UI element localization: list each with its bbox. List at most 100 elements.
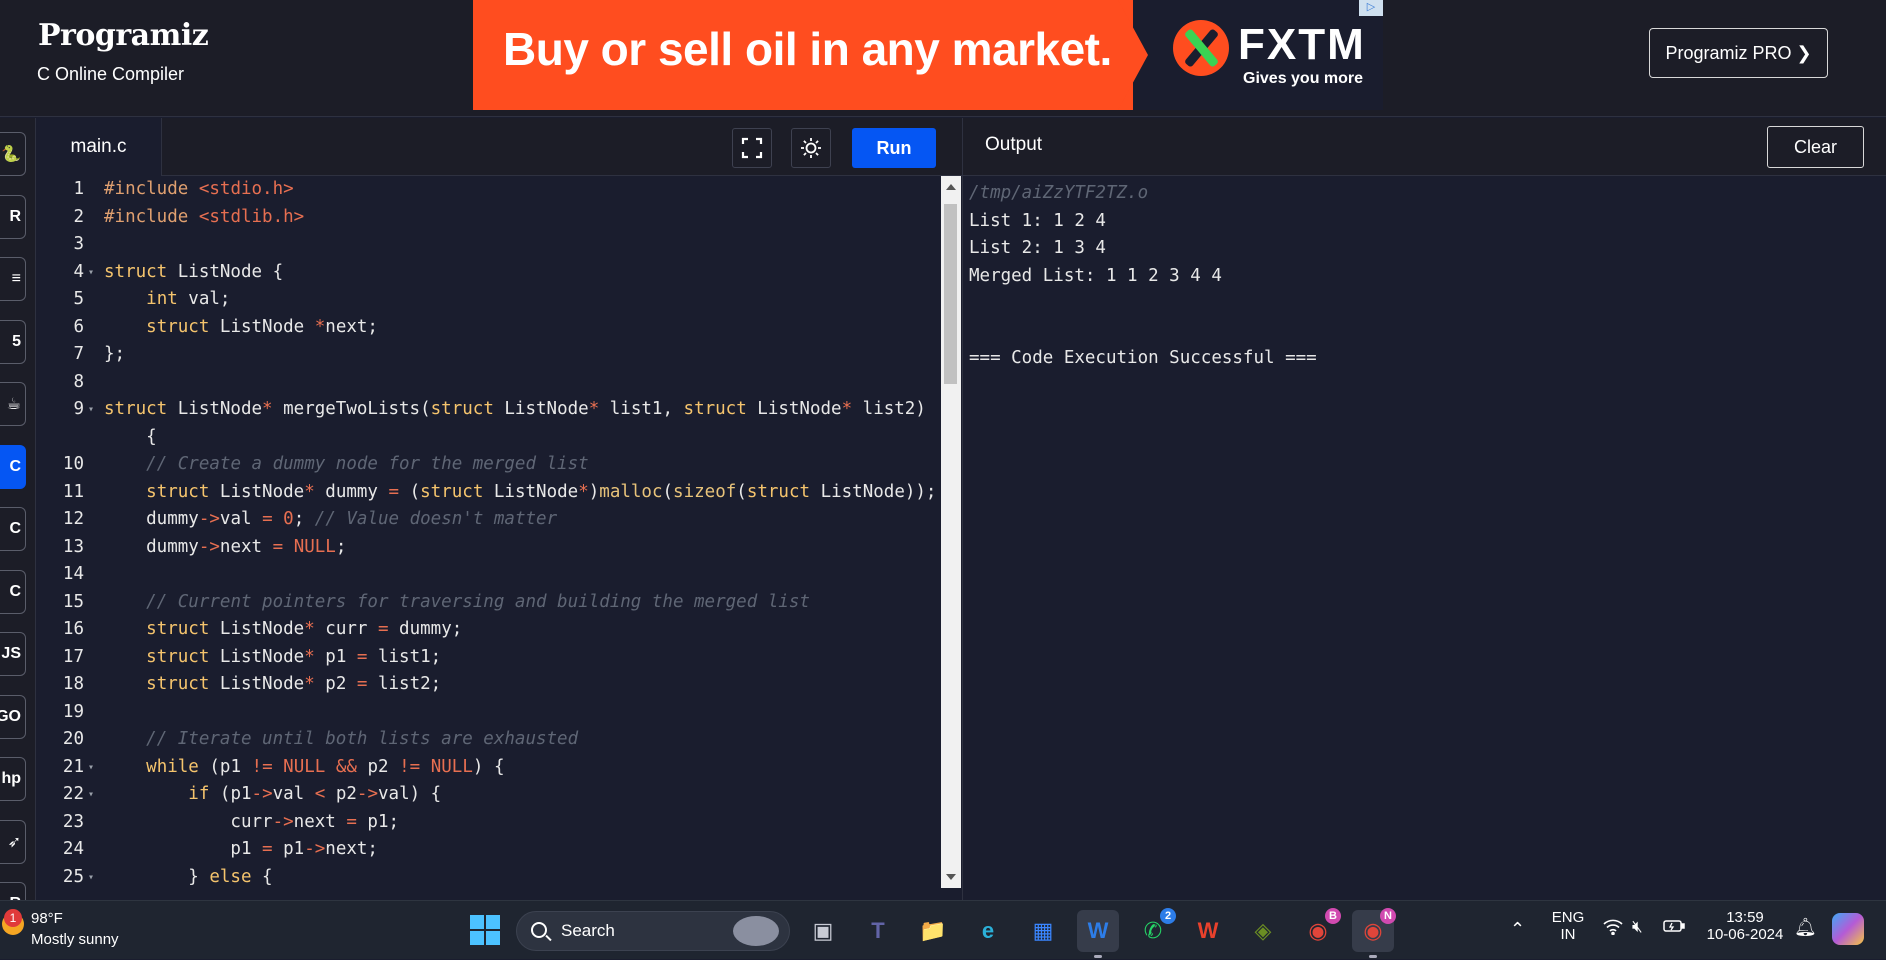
swift-icon[interactable]: ➶	[0, 819, 26, 864]
notification-bell-icon[interactable]: 🔔︎	[1794, 917, 1817, 938]
code-line[interactable]: 14	[36, 561, 941, 589]
webex-icon[interactable]: W	[1077, 910, 1119, 958]
chrome-profile-b-icon[interactable]: ◉ B	[1297, 908, 1341, 952]
clock-date: 10-06-2024	[1706, 926, 1784, 943]
line-number: 16	[62, 619, 84, 639]
line-number: 25	[62, 866, 84, 887]
csharp-icon[interactable]: C	[0, 569, 26, 614]
theme-toggle-button[interactable]	[791, 128, 831, 168]
teams-icon-glyph: T	[871, 918, 885, 943]
file-explorer-icon[interactable]: 📁	[912, 910, 954, 952]
wps-office-icon[interactable]: W	[1187, 910, 1229, 952]
code-line[interactable]: 13 dummy->next = NULL;	[36, 534, 941, 562]
cpp-icon[interactable]: C	[0, 507, 26, 551]
advertisement-banner[interactable]: Buy or sell oil in any market. FXTM Give…	[473, 0, 1383, 110]
code-line[interactable]: {	[36, 424, 941, 452]
line-number: 5	[73, 289, 84, 309]
code-line[interactable]: 6 struct ListNode *next;	[36, 314, 941, 342]
language-indicator[interactable]: ENG IN	[1548, 909, 1588, 943]
clock-time: 13:59	[1726, 909, 1764, 926]
code-line[interactable]: 9 ▾ struct ListNode* mergeTwoLists(struct …	[36, 396, 941, 424]
java-icon[interactable]: ☕	[0, 382, 26, 426]
fold-arrow-icon[interactable]: ▾	[88, 781, 94, 809]
weather-widget[interactable]: 1 98°F Mostly sunny	[0, 901, 140, 960]
task-view-icon[interactable]: ▣	[802, 910, 844, 952]
line-number: 17	[62, 646, 84, 667]
r-icon[interactable]: R	[0, 194, 26, 239]
line-number: 1	[73, 179, 84, 199]
code-line[interactable]: 25 ▾ } else {	[36, 864, 941, 892]
code-line[interactable]: 7};	[36, 341, 941, 369]
clear-button[interactable]: Clear	[1767, 126, 1864, 168]
taskbar-search[interactable]: Search	[516, 911, 790, 951]
code-text: struct ListNode {	[104, 261, 284, 282]
output-line: List 2: 1 3 4	[969, 238, 1106, 258]
code-line[interactable]: 5 int val;	[36, 286, 941, 314]
wifi-icon[interactable]	[1603, 919, 1623, 939]
clock[interactable]: 13:59 10-06-2024	[1700, 909, 1790, 943]
javascript-icon[interactable]: JS	[0, 632, 26, 676]
code-line[interactable]: 20 // Iterate until both lists are exhau…	[36, 726, 941, 754]
sticky-app-icon[interactable]: ◈	[1242, 910, 1284, 952]
code-line[interactable]: 17 struct ListNode* p1 = list1;	[36, 644, 941, 672]
html-icon[interactable]: 5	[0, 319, 26, 364]
python-icon[interactable]: 🐍	[0, 132, 26, 176]
battery-icon[interactable]	[1663, 919, 1685, 937]
edge-icon[interactable]: e	[967, 910, 1009, 952]
code-line[interactable]: 23 curr->next = p1;	[36, 809, 941, 837]
code-text: struct ListNode* p1 = list1;	[146, 646, 442, 667]
code-line[interactable]: 8	[36, 369, 941, 397]
c-icon[interactable]: C	[0, 444, 26, 489]
chrome-profile-n-icon[interactable]: ◉ N	[1352, 908, 1396, 958]
weather-alert-badge: 1	[4, 909, 22, 927]
code-line[interactable]: 1 #include <stdio.h>	[36, 176, 941, 204]
fold-arrow-icon[interactable]: ▾	[88, 259, 94, 287]
file-tab-main-c[interactable]: main.c	[36, 118, 162, 176]
fold-arrow-icon[interactable]: ▾	[88, 396, 94, 424]
code-line[interactable]: 10 // Create a dummy node for the merged…	[36, 451, 941, 479]
adchoices-icon[interactable]: ▷	[1359, 0, 1383, 16]
editor-scrollbar[interactable]	[941, 176, 961, 888]
go-icon[interactable]: GO	[0, 694, 26, 739]
code-editor[interactable]: 1 #include <stdio.h> 2 #include <stdlib.h> 3…	[36, 176, 941, 900]
run-button[interactable]: Run	[852, 128, 936, 168]
whatsapp-icon[interactable]: ✆ 2	[1132, 908, 1176, 952]
teams-icon[interactable]: T	[857, 910, 899, 952]
code-line[interactable]: 15 // Current pointers for traversing an…	[36, 589, 941, 617]
code-line[interactable]: 21 ▾ while (p1 != NULL && p2 != NULL) {	[36, 754, 941, 782]
programiz-pro-button[interactable]: Programiz PRO ❯	[1649, 28, 1828, 78]
code-line[interactable]: 12 dummy->val = 0; // Value doesn't matt…	[36, 506, 941, 534]
file-explorer-icon-glyph: 📁	[919, 918, 947, 943]
sql-icon[interactable]: ≡	[0, 257, 26, 301]
code-line[interactable]: 11 struct ListNode* dummy = (struct List…	[36, 479, 941, 507]
code-text: } else {	[104, 866, 273, 887]
php-icon[interactable]: hp	[0, 757, 26, 801]
code-line[interactable]: 3	[36, 231, 941, 259]
compiler-title: C Online Compiler	[37, 64, 185, 84]
chevron-up-icon[interactable]: ⌃	[1510, 919, 1525, 940]
line-number: 19	[62, 701, 84, 722]
weather-temperature: 98°F	[31, 910, 63, 927]
fold-arrow-icon[interactable]: ▾	[88, 864, 94, 892]
fullscreen-button[interactable]	[732, 128, 772, 168]
speaker-muted-icon[interactable]: 🔇︎	[1632, 917, 1643, 937]
ad-tagline: Gives you more	[1243, 70, 1364, 87]
copilot-icon[interactable]	[1832, 913, 1864, 945]
search-label: Search	[561, 921, 615, 940]
scroll-down-arrow-icon[interactable]	[946, 874, 956, 880]
code-line[interactable]: 16 struct ListNode* curr = dummy;	[36, 616, 941, 644]
scroll-up-arrow-icon[interactable]	[946, 184, 956, 190]
code-line[interactable]: 2 #include <stdlib.h>	[36, 204, 941, 232]
fold-arrow-icon[interactable]: ▾	[88, 754, 94, 782]
programiz-logo[interactable]: Programiz	[38, 18, 209, 53]
edge-icon-glyph: e	[981, 918, 995, 943]
code-line[interactable]: 22 ▾ if (p1->val < p2->val) {	[36, 781, 941, 809]
code-line[interactable]: 18 struct ListNode* p2 = list2;	[36, 671, 941, 699]
code-line[interactable]: 19	[36, 699, 941, 727]
code-line[interactable]: 24 p1 = p1->next;	[36, 836, 941, 864]
microsoft-store-icon[interactable]: ▦	[1022, 910, 1064, 952]
code-line[interactable]: 4 ▾ struct ListNode {	[36, 259, 941, 287]
scrollbar-thumb[interactable]	[944, 204, 957, 384]
windows-start-icon[interactable]	[470, 915, 500, 945]
